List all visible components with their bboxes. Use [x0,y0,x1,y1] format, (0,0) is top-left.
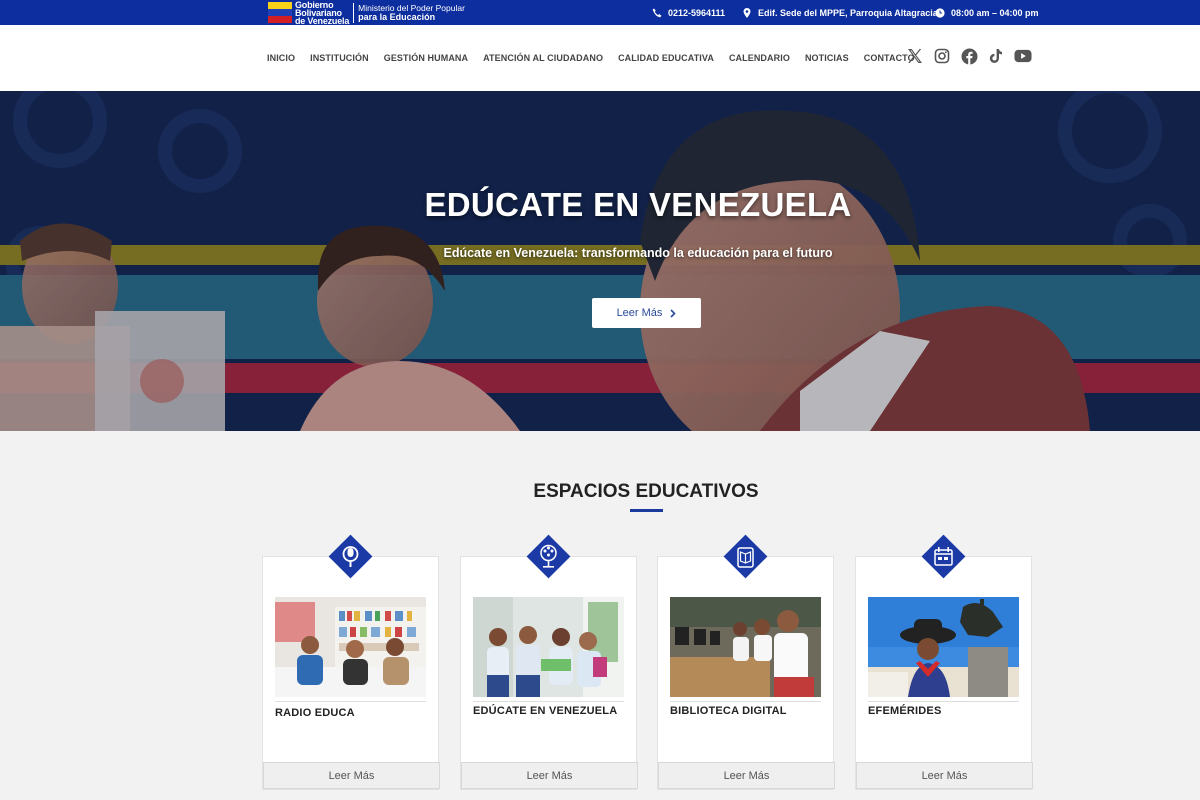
top-bar: Gobierno Bolivariano de Venezuela Minist… [0,0,1200,25]
card-divider [473,701,624,702]
main-nav: INICIO INSTITUCIÓN GESTIÓN HUMANA ATENCI… [267,25,930,91]
hero-button-label: Leer Más [616,307,663,319]
nav-item-calidad-educativa[interactable]: CALIDAD EDUCATIVA [618,53,714,63]
efemerides-image[interactable] [868,597,1019,697]
location-pin-icon [743,7,751,18]
card-efemerides: EFEMÉRIDES Leer Más [855,534,1033,790]
card-read-more-button[interactable]: Leer Más [658,762,835,789]
phone-number: 0212-5964111 [668,7,726,18]
hero-background-image [0,91,1200,431]
card-title: RADIO EDUCA [275,707,355,719]
section-title-underline [630,509,663,512]
ministry-line: Ministerio del Poder Popular [358,2,465,13]
hero-read-more-button[interactable]: Leer Más [592,298,701,328]
radio-educa-image[interactable] [275,597,426,697]
chevron-right-icon [670,308,677,318]
nav-item-gestion-humana[interactable]: GESTIÓN HUMANA [384,53,468,63]
card-read-more-button[interactable]: Leer Más [856,762,1033,789]
card-divider [275,701,426,702]
biblioteca-digital-image[interactable] [670,597,821,697]
hero-banner: EDÚCATE EN VENEZUELA Edúcate en Venezuel… [0,91,1200,431]
clock-icon [935,7,945,18]
card-radio-educa: RADIO EDUCA Leer Más [262,534,440,790]
educate-venezuela-image[interactable] [473,597,624,697]
nav-item-calendario[interactable]: CALENDARIO [729,53,790,63]
youtube-icon[interactable] [1014,47,1032,65]
address-info: Edif. Sede del MPPE, Parroquia Altagraci… [742,0,938,25]
nav-item-institucion[interactable]: INSTITUCIÓN [310,53,369,63]
hero-subtitle: Edúcate en Venezuela: transformando la e… [443,246,833,260]
nav-item-inicio[interactable]: INICIO [267,53,295,63]
microphone-icon [328,534,373,579]
government-logo[interactable]: Gobierno Bolivariano de Venezuela Minist… [268,0,465,26]
card-title: EFEMÉRIDES [868,705,942,717]
card-biblioteca-digital: BIBLIOTECA DIGITAL Leer Más [657,534,835,790]
venezuela-flag-icon [268,2,292,23]
gov-logo-line: de Venezuela [295,15,350,26]
calendar-icon [921,534,966,579]
section-title: ESPACIOS EDUCATIVOS [533,481,759,502]
card-read-more-button[interactable]: Leer Más [461,762,638,789]
card-divider [868,701,1019,702]
hours-info: 08:00 am – 04:00 pm [935,0,1039,25]
tree-icon [526,534,571,579]
card-read-more-button[interactable]: Leer Más [263,762,440,789]
facebook-icon[interactable] [960,47,978,65]
card-educate-venezuela: EDÚCATE EN VENEZUELA Leer Más [460,534,638,790]
nav-item-noticias[interactable]: NOTICIAS [805,53,849,63]
nav-item-atencion-ciudadano[interactable]: ATENCIÓN AL CIUDADANO [483,53,603,63]
book-device-icon [723,534,768,579]
logo-divider [353,2,355,23]
opening-hours: 08:00 am – 04:00 pm [951,7,1039,18]
x-icon[interactable] [906,47,924,65]
social-links [906,47,1032,65]
ministry-name: Ministerio del Poder Popular para la Edu… [358,2,465,22]
ministry-line-bold: para la Educación [358,11,436,22]
gov-logo-text: Gobierno Bolivariano de Venezuela [295,0,350,26]
instagram-icon[interactable] [933,47,951,65]
tiktok-icon[interactable] [987,47,1005,65]
card-title: BIBLIOTECA DIGITAL [670,705,787,717]
phone-icon [652,8,662,17]
phone-info: 0212-5964111 [652,0,725,25]
hero-title: EDÚCATE EN VENEZUELA [424,186,852,223]
address-text: Edif. Sede del MPPE, Parroquia Altagraci… [758,7,938,18]
main-header: INICIO INSTITUCIÓN GESTIÓN HUMANA ATENCI… [0,25,1200,91]
card-title: EDÚCATE EN VENEZUELA [473,705,618,717]
card-divider [670,701,821,702]
